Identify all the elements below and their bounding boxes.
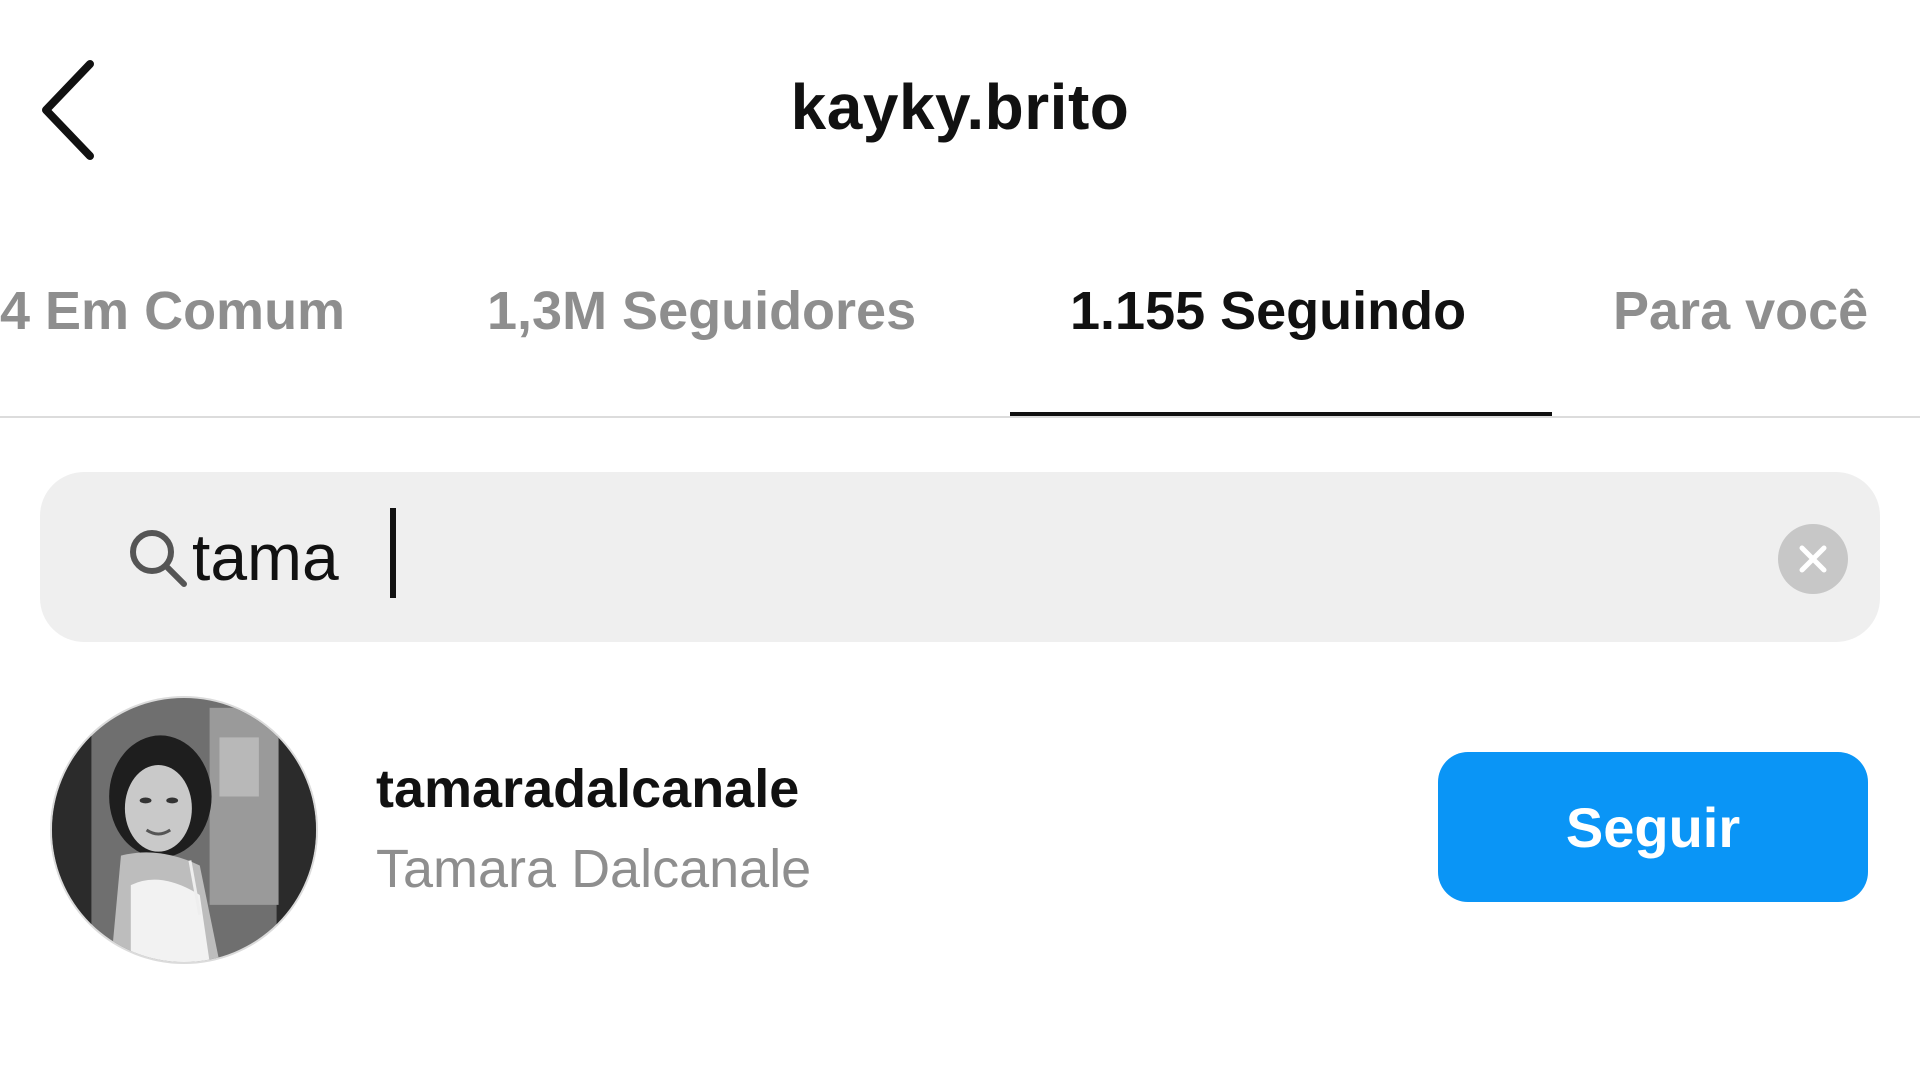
list-item[interactable]: tamaradalcanale Tamara Dalcanale Seguir [0, 690, 1920, 970]
clear-icon [1799, 545, 1827, 573]
page-title: kayky.brito [790, 71, 1130, 143]
search-icon [124, 524, 194, 594]
search-bar[interactable] [40, 472, 1880, 642]
profile-photo [52, 698, 316, 962]
tab-bar: 4 Em Comum 1,3M Seguidores 1.155 Seguind… [0, 250, 1920, 418]
app-screen: kayky.brito 4 Em Comum 1,3M Seguidores 1… [0, 0, 1920, 1080]
header: kayky.brito [0, 0, 1920, 210]
tab-seguidores[interactable]: 1,3M Seguidores [487, 280, 916, 342]
active-tab-indicator [1010, 412, 1552, 416]
result-full-name: Tamara Dalcanale [376, 839, 812, 899]
avatar[interactable] [50, 696, 318, 964]
text-cursor [390, 508, 396, 598]
tab-seguindo[interactable]: 1.155 Seguindo [1070, 280, 1466, 342]
tab-para-voce[interactable]: Para você [1613, 280, 1868, 342]
clear-search-button[interactable] [1778, 524, 1848, 594]
result-username: tamaradalcanale [376, 759, 800, 819]
follow-button[interactable]: Seguir [1438, 752, 1868, 902]
tab-em-comum[interactable]: 4 Em Comum [0, 280, 345, 342]
search-input[interactable] [192, 512, 1672, 602]
